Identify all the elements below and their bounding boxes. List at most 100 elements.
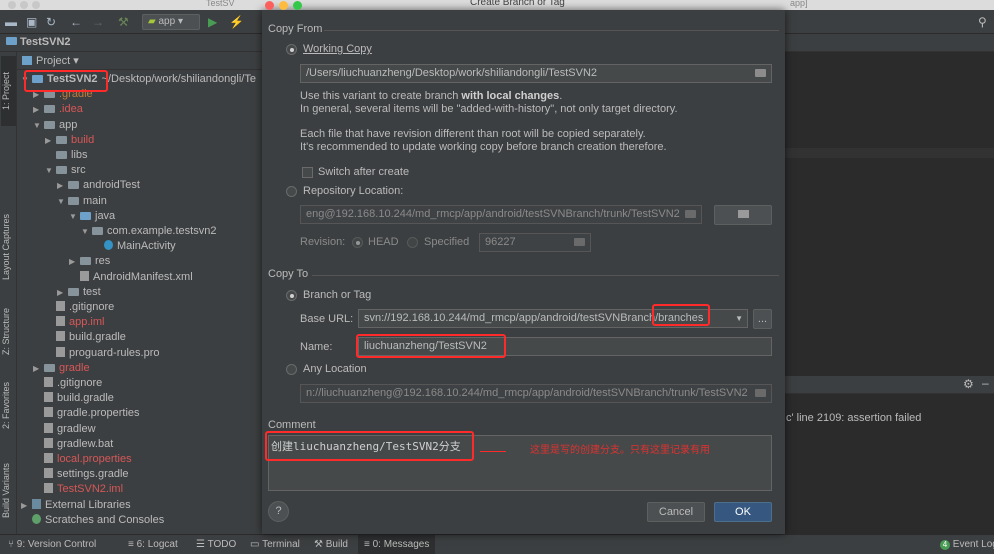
tree-item[interactable]: local.properties <box>33 452 132 467</box>
tree-item[interactable]: ▶ androidTest <box>57 178 140 193</box>
tree-item[interactable]: ▼ java <box>69 209 115 224</box>
tree-item[interactable]: ▶ External Libraries <box>21 498 131 513</box>
repository-location-label[interactable]: Repository Location: <box>303 185 403 197</box>
run-config-select[interactable]: ▰ app ▾ <box>142 14 200 30</box>
tree-item[interactable]: gradlew.bat <box>33 437 113 452</box>
tree-item[interactable]: ▶ .gradle <box>33 87 93 102</box>
revision-specified-radio[interactable] <box>407 237 418 248</box>
repository-browse-button[interactable] <box>714 205 772 225</box>
tree-item[interactable]: build.gradle <box>45 330 126 345</box>
settings-gear-icon[interactable]: ⚙ <box>963 377 974 391</box>
help-button[interactable]: ? <box>268 501 289 522</box>
repository-location-radio[interactable] <box>286 186 297 197</box>
chevron-right-icon[interactable]: ▶ <box>57 178 68 193</box>
revision-head-radio[interactable] <box>352 237 363 248</box>
tree-item[interactable]: ▼ src <box>45 163 86 178</box>
chevron-down-icon[interactable]: ▼ <box>21 72 32 87</box>
tool-logcat[interactable]: ≡ 6: Logcat <box>128 539 178 550</box>
tree-item[interactable]: TestSVN2.iml <box>33 482 123 497</box>
tool-terminal[interactable]: ▭ Terminal <box>250 539 300 550</box>
dialog-zoom-icon[interactable] <box>293 1 302 10</box>
close-window-icon[interactable] <box>8 1 16 9</box>
tool-tab-project[interactable]: 1: Project <box>1 56 16 126</box>
chevron-right-icon[interactable]: ▶ <box>21 498 32 513</box>
run-icon[interactable]: ▶ <box>208 14 217 30</box>
tree-item[interactable]: Scratches and Consoles <box>21 513 164 528</box>
ok-button[interactable]: OK <box>714 502 772 522</box>
switch-after-create-checkbox[interactable] <box>302 167 313 178</box>
minimize-window-icon[interactable] <box>20 1 28 9</box>
any-location-label[interactable]: Any Location <box>303 363 367 375</box>
repository-browse-icon[interactable] <box>685 210 696 218</box>
chevron-right-icon[interactable]: ▶ <box>33 361 44 376</box>
tree-item[interactable]: build.gradle <box>33 391 114 406</box>
any-location-browse-icon[interactable] <box>755 389 766 397</box>
chevron-right-icon[interactable]: ▶ <box>57 285 68 300</box>
cancel-button[interactable]: Cancel <box>647 502 705 522</box>
chevron-down-icon[interactable]: ▼ <box>33 118 44 133</box>
tree-item[interactable]: settings.gradle <box>33 467 129 482</box>
back-icon[interactable]: ← <box>70 14 82 30</box>
branch-name-field[interactable]: liuchuanzheng/TestSVN2 <box>358 337 772 356</box>
any-location-radio[interactable] <box>286 364 297 375</box>
apply-changes-icon[interactable]: ⚡ <box>229 14 244 30</box>
branch-or-tag-label[interactable]: Branch or Tag <box>303 289 371 301</box>
tree-item[interactable]: app.iml <box>45 315 104 330</box>
sync-icon[interactable]: ↻ <box>46 14 56 30</box>
tool-tab-build-variants[interactable]: Build Variants <box>1 454 16 528</box>
repository-url-field[interactable]: eng@192.168.10.244/md_rmcp/app/android/t… <box>300 205 702 224</box>
tool-messages[interactable]: ≡ 0: Messages <box>358 535 436 554</box>
make-project-icon[interactable]: ⚒ <box>118 14 129 30</box>
tool-version-control[interactable]: ⑂ 9: Version Control <box>8 539 96 550</box>
tree-item[interactable]: ▼ app <box>33 118 77 133</box>
tree-item[interactable]: .gitignore <box>45 300 114 315</box>
tree-item[interactable]: gradlew <box>33 422 96 437</box>
chevron-down-icon[interactable]: ▼ <box>57 194 68 209</box>
tree-item[interactable]: proguard-rules.pro <box>45 346 160 361</box>
forward-icon[interactable]: → <box>92 14 104 30</box>
working-copy-path-field[interactable]: /Users/liuchuanzheng/Desktop/work/shilia… <box>300 64 772 83</box>
tool-tab-favorites[interactable]: 2: Favorites <box>1 374 16 436</box>
working-copy-label[interactable]: Working Copy <box>303 43 372 55</box>
tree-item[interactable]: ▶ .idea <box>33 102 83 117</box>
hide-panel-icon[interactable]: – <box>982 376 989 390</box>
tool-tab-structure[interactable]: Z: Structure <box>1 300 16 362</box>
tree-item[interactable]: ▶ test <box>57 285 101 300</box>
chevron-right-icon[interactable]: ▶ <box>33 102 44 117</box>
dialog-close-icon[interactable] <box>265 1 274 10</box>
project-view-select[interactable]: Project ▾ <box>36 54 79 67</box>
working-copy-radio[interactable] <box>286 44 297 55</box>
breadcrumb-project[interactable]: TestSVN2 <box>20 36 71 48</box>
revision-number-field[interactable]: 96227 <box>479 233 591 252</box>
chevron-down-icon[interactable]: ▼ <box>81 224 92 239</box>
tree-item[interactable]: .gitignore <box>33 376 102 391</box>
save-all-icon[interactable]: ▣ <box>26 14 37 30</box>
tool-build[interactable]: ⚒ Build <box>314 539 348 550</box>
dialog-minimize-icon[interactable] <box>279 1 288 10</box>
chevron-right-icon[interactable]: ▶ <box>33 87 44 102</box>
search-everywhere-icon[interactable]: ⚲ <box>978 14 987 30</box>
chevron-down-icon[interactable]: ▼ <box>45 163 56 178</box>
tool-tab-layout-captures[interactable]: Layout Captures <box>1 202 16 292</box>
event-log-button[interactable]: 4 Event Log <box>940 539 994 550</box>
revision-browse-icon[interactable] <box>574 238 585 246</box>
tree-item[interactable]: libs <box>45 148 88 163</box>
tree-item[interactable]: gradle.properties <box>33 406 140 421</box>
base-url-browse-button[interactable]: ... <box>753 309 772 329</box>
chevron-down-icon[interactable]: ▼ <box>69 209 80 224</box>
base-url-combobox[interactable]: svn://192.168.10.244/md_rmcp/app/android… <box>358 309 748 328</box>
chevron-right-icon[interactable]: ▶ <box>69 254 80 269</box>
any-location-field[interactable]: n://liuchuanzheng@192.168.10.244/md_rmcp… <box>300 384 772 403</box>
tree-item[interactable]: ▶ res <box>69 254 110 269</box>
chevron-right-icon[interactable]: ▶ <box>45 133 56 148</box>
tree-item[interactable]: AndroidManifest.xml <box>69 270 193 285</box>
tree-item[interactable]: ▶ build <box>45 133 94 148</box>
open-folder-icon[interactable]: ▬ <box>5 14 17 30</box>
tool-todo[interactable]: ☰ TODO <box>196 539 236 550</box>
branch-or-tag-radio[interactable] <box>286 290 297 301</box>
zoom-window-icon[interactable] <box>32 1 40 9</box>
tree-item[interactable]: ▶ gradle <box>33 361 90 376</box>
switch-after-create-label[interactable]: Switch after create <box>318 166 409 178</box>
tree-item[interactable]: MainActivity <box>93 239 176 254</box>
tree-item[interactable]: ▼ main <box>57 194 107 209</box>
